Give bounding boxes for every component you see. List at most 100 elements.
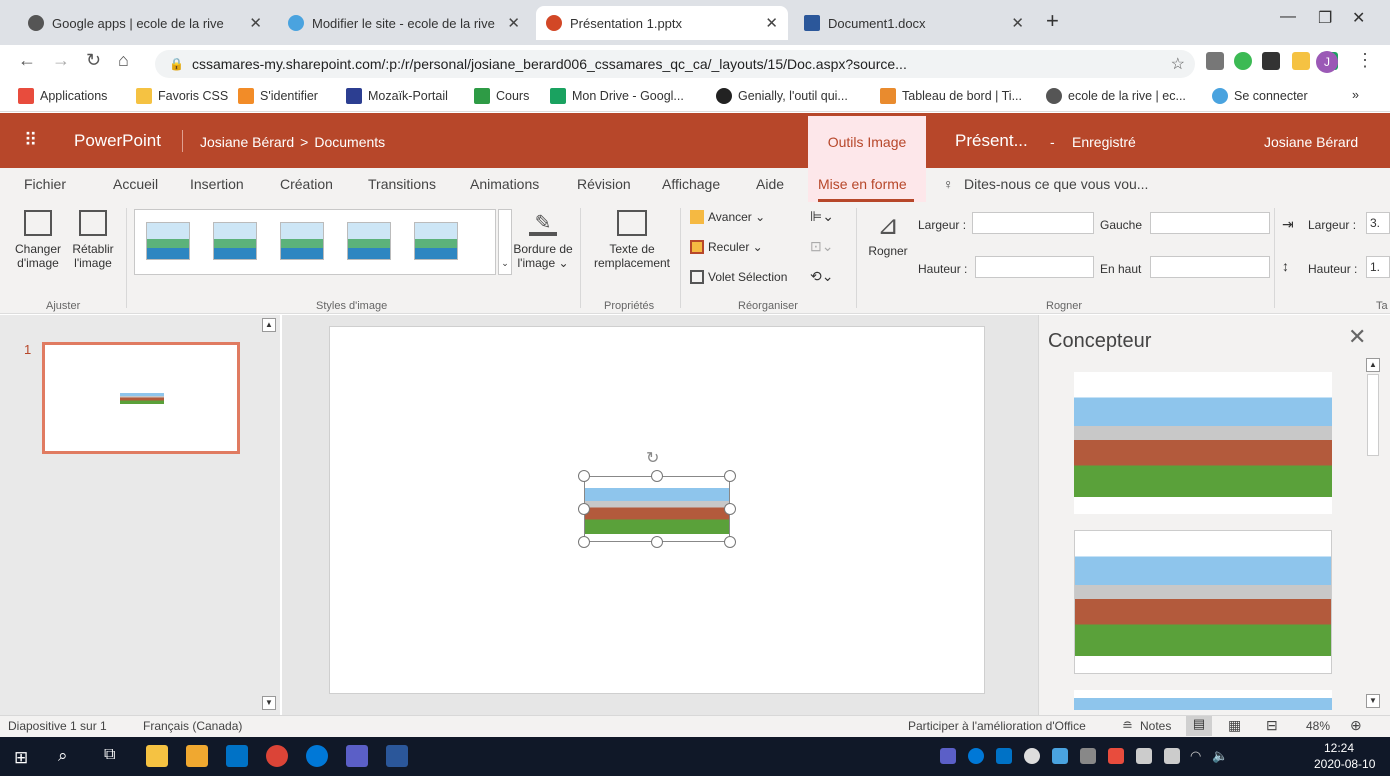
bookmark-item[interactable]: Tableau de bord | Ti... <box>880 88 1022 104</box>
task-view-icon[interactable]: ⧉ <box>104 746 115 764</box>
new-tab-button[interactable]: + <box>1046 8 1059 34</box>
close-window-icon[interactable]: ✕ <box>1352 8 1365 28</box>
alt-text-button[interactable]: Texte de remplacement <box>588 210 676 270</box>
close-tab-icon[interactable]: ✕ <box>507 14 520 32</box>
home-icon[interactable]: ⌂ <box>118 50 129 71</box>
close-tab-icon[interactable]: ✕ <box>765 14 778 32</box>
slide-sorter-icon[interactable]: ▦ <box>1228 717 1241 734</box>
reset-image-button[interactable]: Rétablir l'image <box>66 210 120 270</box>
minimize-icon[interactable]: — <box>1280 8 1296 26</box>
tab-view[interactable]: Affichage <box>662 176 720 192</box>
document-title[interactable]: Présent... <box>955 131 1028 151</box>
teams-tray-icon[interactable] <box>940 748 956 764</box>
change-image-button[interactable]: Changer d'image <box>10 210 66 270</box>
bookmark-item[interactable]: Applications <box>18 88 107 104</box>
group-objects-icon[interactable]: ⊡⌄ <box>810 238 833 255</box>
rotate-icon[interactable]: ⟲⌄ <box>810 268 833 285</box>
windows-start-icon[interactable]: ⊞ <box>14 748 28 768</box>
clock-time[interactable]: 12:24 <box>1324 741 1354 755</box>
bookmark-item[interactable]: Mozaïk-Portail <box>346 88 448 104</box>
breadcrumb-user[interactable]: Josiane Bérard <box>200 134 294 150</box>
bookmark-item[interactable]: S'identifier <box>238 88 318 104</box>
bookmark-item[interactable]: Genially, l'outil qui... <box>716 88 848 104</box>
tab-transitions[interactable]: Transitions <box>368 176 436 192</box>
browser-tab[interactable]: Google apps | ecole de la rive ✕ <box>18 6 272 40</box>
design-idea[interactable] <box>1074 690 1332 710</box>
zoom-level[interactable]: 48% <box>1306 719 1330 733</box>
size-height-input[interactable]: 1. <box>1366 256 1390 278</box>
chrome-icon[interactable] <box>266 745 288 767</box>
tray-app-icon[interactable] <box>1108 748 1124 764</box>
image-style-option[interactable] <box>347 222 391 260</box>
close-tab-icon[interactable]: ✕ <box>249 14 262 32</box>
app-name[interactable]: PowerPoint <box>74 131 161 151</box>
resize-handle[interactable] <box>578 536 590 548</box>
context-tab-picture-tools[interactable]: Outils Image <box>808 116 926 168</box>
user-name[interactable]: Josiane Bérard <box>1264 134 1358 150</box>
outlook-icon[interactable] <box>226 745 248 767</box>
resize-handle[interactable] <box>724 536 736 548</box>
resize-handle[interactable] <box>724 503 736 515</box>
close-pane-icon[interactable]: ✕ <box>1348 324 1366 350</box>
scroll-down-icon[interactable]: ▼ <box>262 696 276 710</box>
wifi-icon[interactable]: ◠ <box>1190 748 1201 764</box>
tray-app-icon[interactable] <box>1080 748 1096 764</box>
bookmarks-overflow[interactable]: » <box>1352 88 1359 102</box>
onedrive-tray-icon[interactable] <box>968 748 984 764</box>
chrome-tray-icon[interactable] <box>1024 748 1040 764</box>
scrollbar-thumb[interactable] <box>1367 374 1379 456</box>
extension-icon[interactable] <box>1206 52 1224 70</box>
tab-file[interactable]: Fichier <box>24 176 66 192</box>
tab-help[interactable]: Aide <box>756 176 784 192</box>
feedback-link[interactable]: Participer à l'amélioration d'Office <box>908 719 1086 733</box>
image-style-option[interactable] <box>414 222 458 260</box>
tray-app-icon[interactable] <box>1136 748 1152 764</box>
scroll-up-icon[interactable]: ▲ <box>1366 358 1380 372</box>
language-indicator[interactable]: Français (Canada) <box>143 719 242 733</box>
file-explorer-icon[interactable] <box>186 745 208 767</box>
resize-handle[interactable] <box>651 536 663 548</box>
rotate-handle-icon[interactable]: ↻ <box>646 448 659 468</box>
sticky-notes-icon[interactable] <box>146 745 168 767</box>
bookmark-item[interactable]: ecole de la rive | ec... <box>1046 88 1186 104</box>
restore-icon[interactable]: ❐ <box>1318 8 1332 28</box>
resize-handle[interactable] <box>724 470 736 482</box>
crop-height-input[interactable] <box>975 256 1094 278</box>
profile-avatar[interactable]: J <box>1316 51 1338 73</box>
clock-date[interactable]: 2020-08-10 <box>1314 757 1375 771</box>
grid-extension-icon[interactable] <box>1262 52 1280 70</box>
normal-view-icon[interactable]: ▤ <box>1186 716 1212 736</box>
address-bar[interactable]: 🔒 cssamares-my.sharepoint.com/:p:/r/pers… <box>155 50 1195 78</box>
send-backward-button[interactable]: Reculer ⌄ <box>690 240 763 254</box>
menu-kebab-icon[interactable]: ⋮ <box>1356 50 1374 71</box>
design-idea[interactable] <box>1074 530 1332 674</box>
extension-icon[interactable] <box>1292 52 1310 70</box>
outlook-tray-icon[interactable] <box>996 748 1012 764</box>
crop-width-input[interactable] <box>972 212 1094 234</box>
image-style-option[interactable] <box>146 222 190 260</box>
breadcrumb-folder[interactable]: Documents <box>314 134 385 150</box>
edge-icon[interactable] <box>306 745 328 767</box>
word-icon[interactable] <box>386 745 408 767</box>
tell-me-search[interactable]: Dites-nous ce que vous vou... <box>964 176 1148 192</box>
bookmark-star-icon[interactable]: ☆ <box>1171 54 1185 74</box>
align-icon[interactable]: ⊫⌄ <box>810 208 834 225</box>
image-style-option[interactable] <box>280 222 324 260</box>
browser-tab[interactable]: Document1.docx ✕ <box>794 6 1034 40</box>
bookmark-item[interactable]: Se connecter <box>1212 88 1308 104</box>
crop-left-input[interactable] <box>1150 212 1270 234</box>
bookmark-item[interactable]: Mon Drive - Googl... <box>550 88 684 104</box>
crop-top-input[interactable] <box>1150 256 1270 278</box>
app-launcher-icon[interactable]: ⠿ <box>24 130 37 151</box>
tab-format[interactable]: Mise en forme <box>818 176 907 192</box>
tab-design[interactable]: Création <box>280 176 333 192</box>
forward-icon[interactable]: → <box>52 50 70 71</box>
resize-handle[interactable] <box>578 503 590 515</box>
scroll-up-icon[interactable]: ▲ <box>262 318 276 332</box>
browser-tab-active[interactable]: Présentation 1.pptx ✕ <box>536 6 788 40</box>
bookmark-item[interactable]: Favoris CSS <box>136 88 228 104</box>
teams-icon[interactable] <box>346 745 368 767</box>
search-icon[interactable]: ⌕ <box>58 746 68 766</box>
resize-handle[interactable] <box>578 470 590 482</box>
fit-slide-icon[interactable]: ⊕ <box>1350 717 1362 734</box>
